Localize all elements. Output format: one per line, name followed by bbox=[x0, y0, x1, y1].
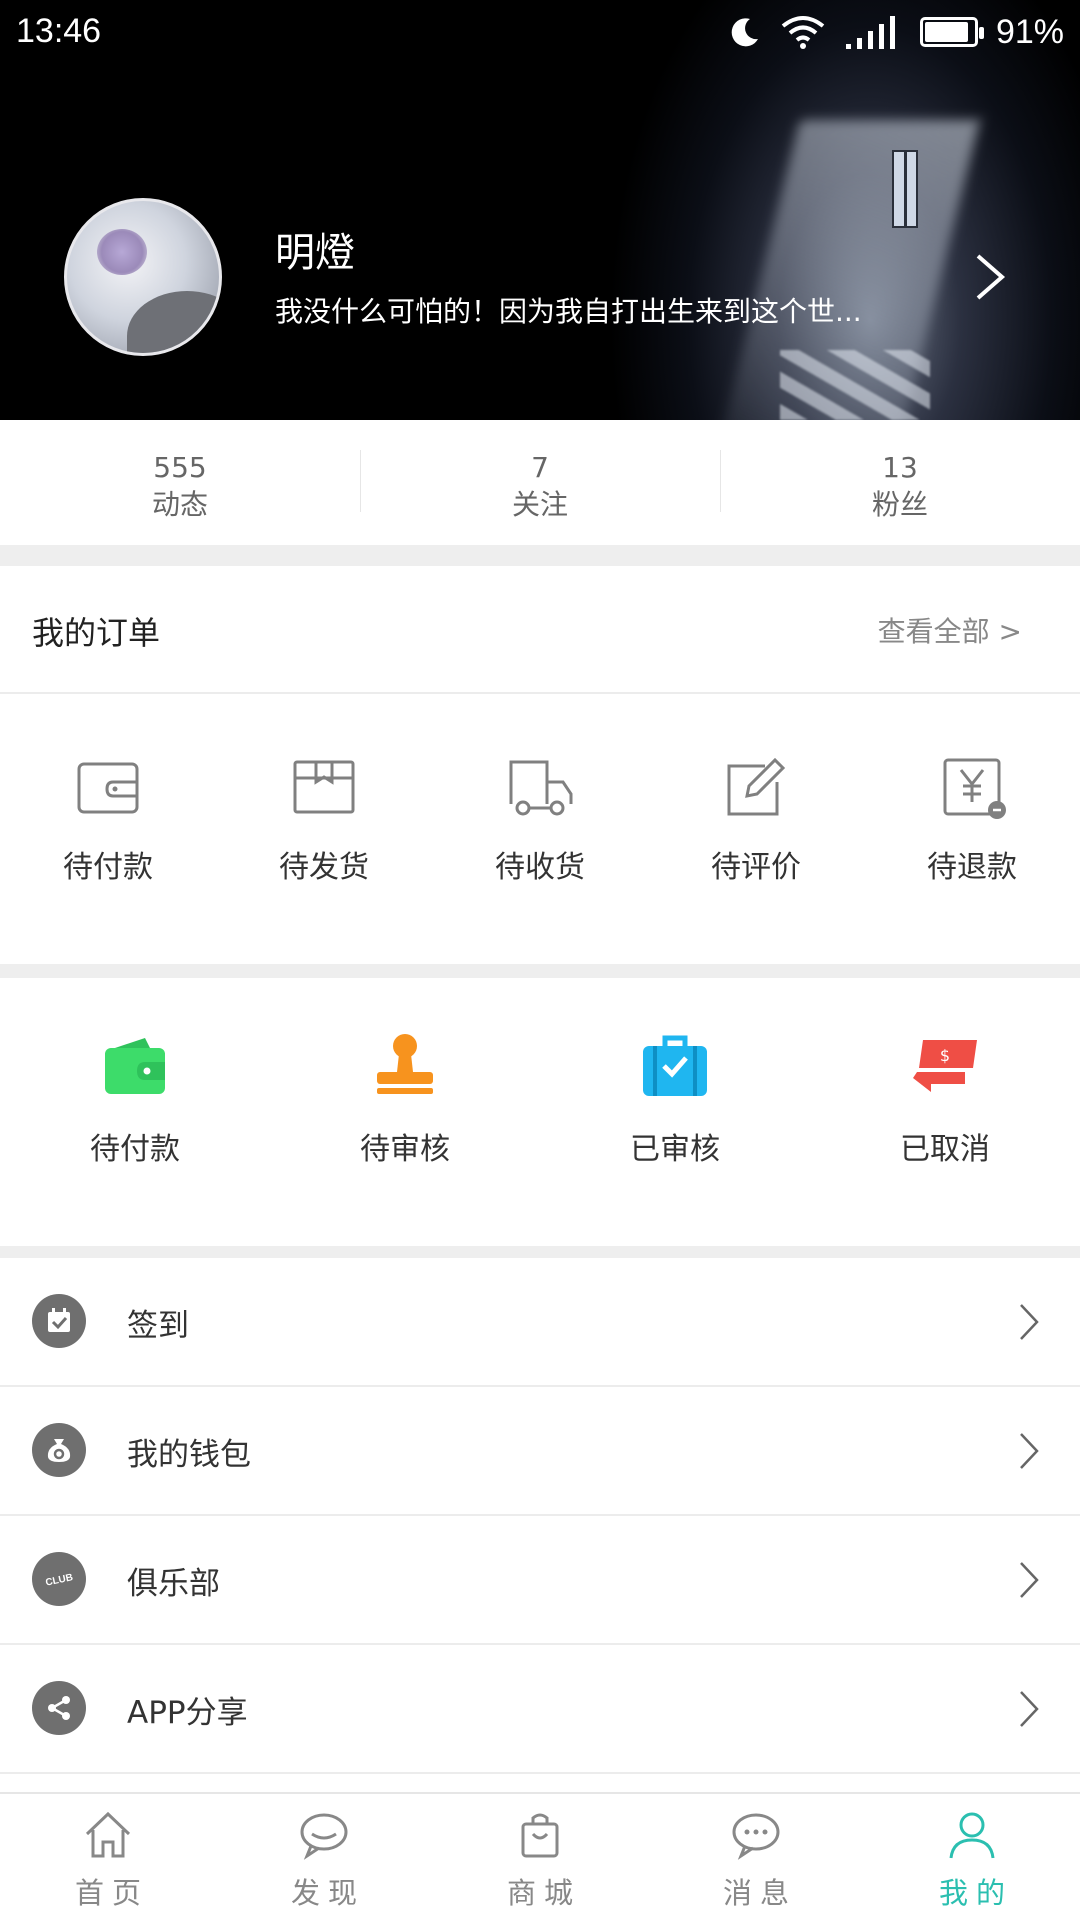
red-refund-card-icon: $ bbox=[913, 1040, 977, 1092]
profile-stats: 555 动态 7 关注 13 粉丝 bbox=[0, 420, 1080, 545]
header-background-floor bbox=[780, 350, 930, 420]
stat-posts[interactable]: 555 动态 bbox=[0, 420, 360, 545]
nav-discover[interactable]: 发现 bbox=[216, 1794, 432, 1920]
home-icon bbox=[85, 1811, 131, 1858]
chevron-right-icon bbox=[1020, 1691, 1039, 1727]
profile-icon bbox=[949, 1812, 995, 1859]
nav-messages[interactable]: 消息 bbox=[648, 1794, 864, 1920]
status-label: 待审核 bbox=[360, 1132, 450, 1167]
club-icon-text: CLUB bbox=[45, 1572, 74, 1589]
status-indicators: 91% bbox=[728, 10, 1064, 54]
battery-level bbox=[924, 22, 969, 42]
battery-percent: 91% bbox=[995, 12, 1064, 51]
order-pending-shipment[interactable]: 待发货 bbox=[216, 696, 432, 964]
bottom-nav: 首页 发现 商城 消息 我的 bbox=[0, 1792, 1080, 1920]
menu-item-app-share[interactable]: APP分享 bbox=[0, 1645, 1080, 1774]
menu-item-label: 我的钱包 bbox=[127, 1437, 251, 1473]
signal-icon bbox=[845, 16, 895, 49]
profile-name: 明燈 bbox=[275, 230, 355, 276]
stat-value: 13 bbox=[882, 451, 918, 484]
chevron-right-icon bbox=[1020, 1304, 1039, 1340]
chevron-right-icon[interactable] bbox=[970, 252, 1010, 302]
edit-outline-icon bbox=[727, 757, 786, 816]
order-pending-refund[interactable]: 待退款 bbox=[864, 696, 1080, 964]
share-icon bbox=[32, 1681, 86, 1735]
truck-outline-icon bbox=[509, 760, 573, 816]
stat-followers[interactable]: 13 粉丝 bbox=[720, 420, 1080, 545]
stat-label: 粉丝 bbox=[871, 488, 928, 521]
svg-text:$: $ bbox=[940, 1046, 950, 1065]
stat-value: 555 bbox=[153, 451, 207, 484]
section-divider bbox=[0, 964, 1080, 978]
chevron-right-icon bbox=[1020, 1433, 1039, 1469]
order-pending-payment[interactable]: 待付款 bbox=[0, 696, 216, 964]
profile-header[interactable]: 13:46 91% 明燈 我没什么可怕的！因为我自打出生来到这个世... bbox=[0, 0, 1080, 420]
status-pending-payment[interactable]: 待付款 bbox=[0, 978, 270, 1246]
green-wallet-icon bbox=[105, 1038, 165, 1094]
avatar-hair bbox=[97, 229, 147, 275]
order-label: 待评价 bbox=[711, 850, 801, 885]
stat-label: 动态 bbox=[151, 488, 208, 521]
chevron-right-icon bbox=[1020, 1562, 1039, 1598]
shopping-bag-icon bbox=[521, 1813, 559, 1858]
orange-stamp-icon bbox=[377, 1034, 433, 1094]
header-background-window bbox=[892, 150, 918, 228]
nav-home[interactable]: 首页 bbox=[0, 1794, 216, 1920]
box-outline-icon bbox=[293, 760, 355, 814]
order-label: 待收货 bbox=[495, 850, 585, 885]
status-label: 已取消 bbox=[900, 1132, 990, 1167]
calendar-check-icon bbox=[32, 1294, 86, 1348]
nav-label: 商城 bbox=[506, 1876, 581, 1910]
nav-label: 我的 bbox=[938, 1876, 1013, 1910]
menu-item-checkin[interactable]: 签到 bbox=[0, 1258, 1080, 1387]
avatar[interactable] bbox=[64, 198, 222, 356]
nav-shop[interactable]: 商城 bbox=[432, 1794, 648, 1920]
profile-bio: 我没什么可怕的！因为我自打出生来到这个世... bbox=[275, 295, 862, 328]
status-label: 已审核 bbox=[630, 1132, 720, 1167]
wifi-icon bbox=[781, 16, 825, 49]
order-label: 待退款 bbox=[927, 850, 1017, 885]
order-status-row: 待付款 待发货 待收货 待评价 待退款 bbox=[0, 696, 1080, 964]
nav-profile[interactable]: 我的 bbox=[864, 1794, 1080, 1920]
stat-following[interactable]: 7 关注 bbox=[360, 420, 720, 545]
status-bar: 13:46 91% bbox=[0, 0, 1080, 64]
status-time: 13:46 bbox=[16, 12, 102, 50]
message-icon bbox=[732, 1813, 780, 1860]
menu-item-label: 俱乐部 bbox=[127, 1566, 220, 1602]
nav-label: 消息 bbox=[722, 1876, 797, 1910]
menu-item-club[interactable]: CLUB 俱乐部 bbox=[0, 1516, 1080, 1645]
menu-item-wallet[interactable]: 我的钱包 bbox=[0, 1387, 1080, 1516]
order-pending-receipt[interactable]: 待收货 bbox=[432, 696, 648, 964]
battery-icon bbox=[919, 17, 984, 47]
orders-header: 我的订单 查看全部 > bbox=[0, 566, 1080, 694]
status-label: 待付款 bbox=[90, 1132, 180, 1167]
section-divider bbox=[0, 545, 1080, 566]
club-icon: CLUB bbox=[32, 1552, 86, 1606]
menu-item-label: 签到 bbox=[127, 1308, 189, 1344]
status-audited[interactable]: 已审核 bbox=[540, 978, 810, 1246]
wallet-outline-icon bbox=[77, 762, 139, 814]
avatar-shoulder bbox=[127, 291, 219, 353]
discover-chat-icon bbox=[300, 1813, 348, 1860]
money-bag-icon bbox=[32, 1423, 86, 1477]
audit-status-row: 待付款 待审核 已审核 $ 已取消 bbox=[0, 978, 1080, 1246]
nav-label: 首页 bbox=[74, 1876, 149, 1910]
status-pending-audit[interactable]: 待审核 bbox=[270, 978, 540, 1246]
order-label: 待发货 bbox=[279, 850, 369, 885]
menu-item-label: APP分享 bbox=[127, 1695, 248, 1731]
view-all-orders-link[interactable]: 查看全部 > bbox=[878, 610, 1022, 650]
status-cancelled[interactable]: $ 已取消 bbox=[810, 978, 1080, 1246]
order-label: 待付款 bbox=[63, 850, 153, 885]
stat-label: 关注 bbox=[511, 488, 568, 521]
settings-menu: 签到 我的钱包 CLUB 俱乐部 APP分享 bbox=[0, 1258, 1080, 1774]
order-pending-review[interactable]: 待评价 bbox=[648, 696, 864, 964]
orders-title: 我的订单 bbox=[32, 614, 161, 652]
section-divider bbox=[0, 1246, 1080, 1258]
blue-briefcase-check-icon bbox=[643, 1035, 707, 1096]
nav-label: 发现 bbox=[290, 1876, 365, 1910]
stat-value: 7 bbox=[531, 451, 549, 484]
yen-refund-outline-icon bbox=[943, 758, 1006, 819]
moon-icon bbox=[731, 18, 758, 47]
